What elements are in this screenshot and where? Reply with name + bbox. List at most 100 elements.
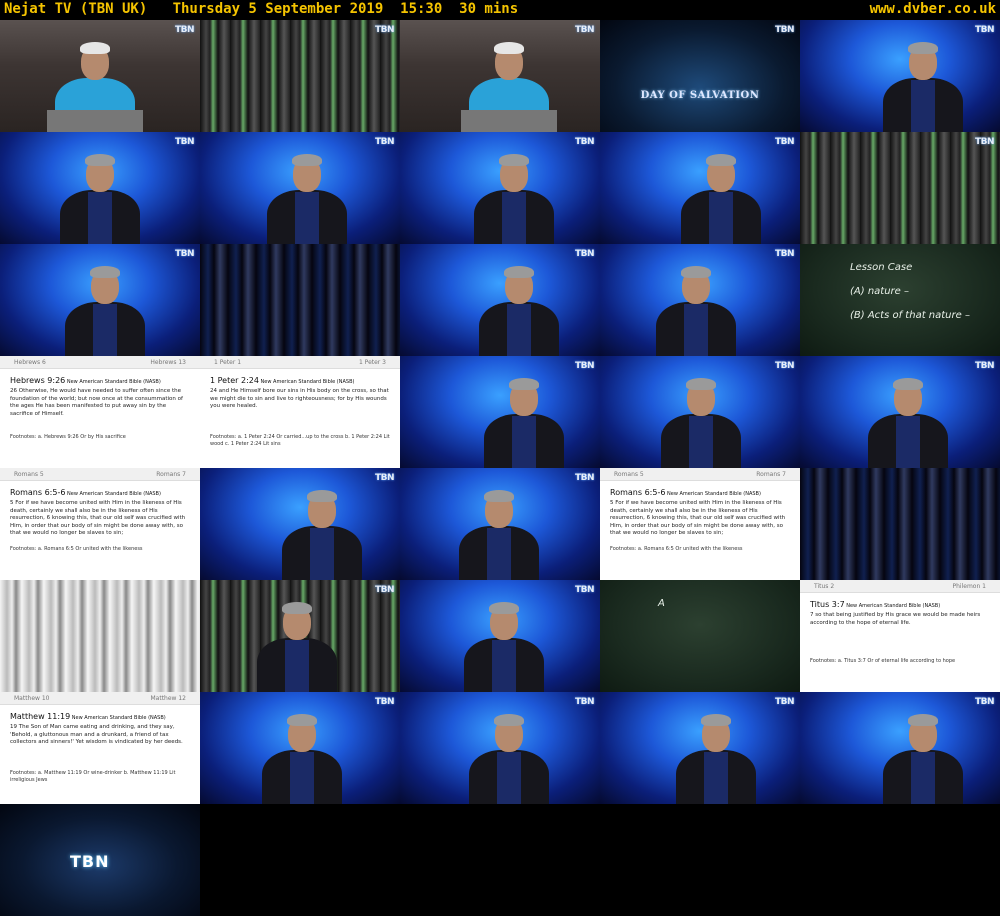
thumbnail-grey-presenter[interactable]: TBN xyxy=(400,20,600,132)
presenter-shirt xyxy=(709,192,733,244)
verse-ref-label: Matthew 11:19 xyxy=(10,712,71,721)
thumbnail-strobe[interactable]: TBN xyxy=(800,132,1000,244)
thumbnail-salvation[interactable]: DAY OF SALVATION TBN xyxy=(600,20,800,132)
presenter-shirt xyxy=(285,640,309,692)
thumbnail-presenter[interactable]: TBN xyxy=(400,132,600,244)
browser-toolbar: Hebrews 6 Hebrews 13 xyxy=(0,356,200,369)
footnotes: Footnotes: a. Hebrews 9:26 Or by His sac… xyxy=(10,434,126,440)
thumbnail-strobe-presenter[interactable]: TBN xyxy=(200,580,400,692)
browser-toolbar: 1 Peter 1 1 Peter 3 xyxy=(200,356,400,369)
page-title: Nejat TV (TBN UK) Thursday 5 September 2… xyxy=(4,1,519,17)
presenter-figure xyxy=(262,702,342,804)
verse-text: 7 so that being justified by His grace w… xyxy=(810,612,981,626)
thumbnail-chalk[interactable]: Lesson Case (A) nature – (B) Acts of that … xyxy=(800,244,1000,356)
thumbnail-strobe-light[interactable] xyxy=(0,580,200,692)
presenter-hair xyxy=(706,154,736,166)
thumbnail-presenter[interactable]: TBN xyxy=(800,356,1000,468)
thumbnail-logo[interactable]: TBN xyxy=(0,804,200,916)
presenter-hair xyxy=(80,42,110,54)
tbn-logo-bug: TBN xyxy=(974,25,995,35)
next-chapter-link[interactable]: Philemon 1 xyxy=(953,583,987,590)
thumbnail-presenter[interactable]: TBN xyxy=(800,20,1000,132)
prev-chapter-link[interactable]: Romans 5 xyxy=(14,471,44,478)
presenter-shirt xyxy=(93,304,117,356)
verse-text: 26 Otherwise, He would have needed to su… xyxy=(10,388,183,417)
thumbnail-presenter[interactable]: TBN xyxy=(0,132,200,244)
footnotes: Footnotes: a. Romans 6:5 Or united with … xyxy=(10,546,143,552)
verse-reference: Romans 6:5-6 New American Standard Bible… xyxy=(610,488,761,497)
thumbnail-presenter[interactable]: TBN xyxy=(0,244,200,356)
tbn-logo-bug: TBN xyxy=(774,361,795,371)
next-chapter-link[interactable]: Hebrews 13 xyxy=(150,359,186,366)
thumbnail-strobe[interactable]: TBN xyxy=(200,20,400,132)
thumbnail-doc[interactable]: Titus 2 Philemon 1 Titus 3:7 New American … xyxy=(800,580,1000,692)
bible-version: New American Standard Bible (NASB) xyxy=(70,715,166,721)
bible-version: New American Standard Bible (NASB) xyxy=(844,603,941,609)
site-link[interactable]: www.dvber.co.uk xyxy=(870,1,996,17)
next-chapter-link[interactable]: 1 Peter 3 xyxy=(359,359,386,366)
thumbnail-presenter[interactable]: TBN xyxy=(400,468,600,580)
thumbnail-doc[interactable]: Hebrews 6 Hebrews 13 Hebrews 9:26 New Amer… xyxy=(0,356,200,468)
thumbnail-presenter[interactable]: TBN xyxy=(200,692,400,804)
presenter-shirt xyxy=(295,192,319,244)
thumbnail-doc[interactable]: Matthew 10 Matthew 12 Matthew 11:19 New Am… xyxy=(0,692,200,804)
thumbnail-presenter[interactable]: TBN xyxy=(200,132,400,244)
tbn-logo-bug: TBN xyxy=(774,137,795,147)
browser-toolbar: Matthew 10 Matthew 12 xyxy=(0,692,200,705)
verse-reference: Romans 6:5-6 New American Standard Bible… xyxy=(10,488,161,497)
presenter-shirt xyxy=(492,640,516,692)
thumbnail-presenter[interactable]: TBN xyxy=(400,244,600,356)
presenter-figure xyxy=(47,30,143,132)
prev-chapter-link[interactable]: Hebrews 6 xyxy=(14,359,46,366)
prev-chapter-link[interactable]: Titus 2 xyxy=(814,583,834,590)
presenter-figure xyxy=(461,30,557,132)
next-chapter-link[interactable]: Matthew 12 xyxy=(150,695,186,702)
presenter-hair xyxy=(908,714,938,726)
tbn-logo: TBN xyxy=(70,852,110,871)
thumbnail-doc[interactable]: Romans 5 Romans 7 Romans 6:5-6 New America… xyxy=(0,468,200,580)
presenter-shirt xyxy=(896,416,920,468)
presenter-shirt xyxy=(88,192,112,244)
presenter-hair xyxy=(686,378,716,390)
thumbnail-strobe-dark[interactable] xyxy=(200,244,400,356)
presenter-figure xyxy=(474,142,554,244)
presenter-figure xyxy=(60,142,140,244)
presenter-hair xyxy=(85,154,115,166)
verse-reference: 1 Peter 2:24 New American Standard Bible… xyxy=(210,376,354,385)
thumbnail-presenter[interactable]: TBN xyxy=(600,244,800,356)
prev-chapter-link[interactable]: Romans 5 xyxy=(614,471,644,478)
browser-toolbar: Titus 2 Philemon 1 xyxy=(800,580,1000,593)
thumbnail-presenter[interactable]: TBN xyxy=(600,356,800,468)
thumbnail-doc[interactable]: Romans 5 Romans 7 Romans 6:5-6 New America… xyxy=(600,468,800,580)
thumbnail-presenter[interactable]: TBN xyxy=(400,692,600,804)
verse-reference: Matthew 11:19 New American Standard Bibl… xyxy=(10,712,166,721)
presenter-figure xyxy=(65,254,145,356)
presenter-hair xyxy=(282,602,312,614)
thumbnail-doc[interactable]: 1 Peter 1 1 Peter 3 1 Peter 2:24 New Ameri… xyxy=(200,356,400,468)
chalk-line: Lesson Case xyxy=(850,262,913,273)
presenter-figure xyxy=(656,254,736,356)
thumbnail-strobe-dark[interactable] xyxy=(800,468,1000,580)
tbn-logo-bug: TBN xyxy=(174,25,195,35)
lectern xyxy=(47,110,143,132)
lectern xyxy=(461,110,557,132)
thumbnail-presenter[interactable]: TBN xyxy=(600,132,800,244)
thumbnail-presenter[interactable]: TBN xyxy=(400,580,600,692)
next-chapter-link[interactable]: Romans 7 xyxy=(156,471,186,478)
thumbnail-presenter[interactable]: TBN xyxy=(400,356,600,468)
next-chapter-link[interactable]: Romans 7 xyxy=(756,471,786,478)
salvation-caption: DAY OF SALVATION xyxy=(640,90,760,101)
thumbnail-chalk[interactable]: A xyxy=(600,580,800,692)
footnotes: Footnotes: a. 1 Peter 2:24 Or carried...… xyxy=(210,434,390,447)
thumbnail-presenter[interactable]: TBN xyxy=(800,692,1000,804)
verse-reference: Hebrews 9:26 New American Standard Bible… xyxy=(10,376,161,385)
presenter-hair xyxy=(908,42,938,54)
tbn-logo-bug: TBN xyxy=(974,137,995,147)
presenter-figure xyxy=(883,30,963,132)
thumbnail-presenter[interactable]: TBN xyxy=(600,692,800,804)
prev-chapter-link[interactable]: Matthew 10 xyxy=(14,695,50,702)
thumbnail-grey-presenter[interactable]: TBN xyxy=(0,20,200,132)
thumbnail-presenter[interactable]: TBN xyxy=(200,468,400,580)
tbn-logo-bug: TBN xyxy=(374,473,395,483)
prev-chapter-link[interactable]: 1 Peter 1 xyxy=(214,359,241,366)
